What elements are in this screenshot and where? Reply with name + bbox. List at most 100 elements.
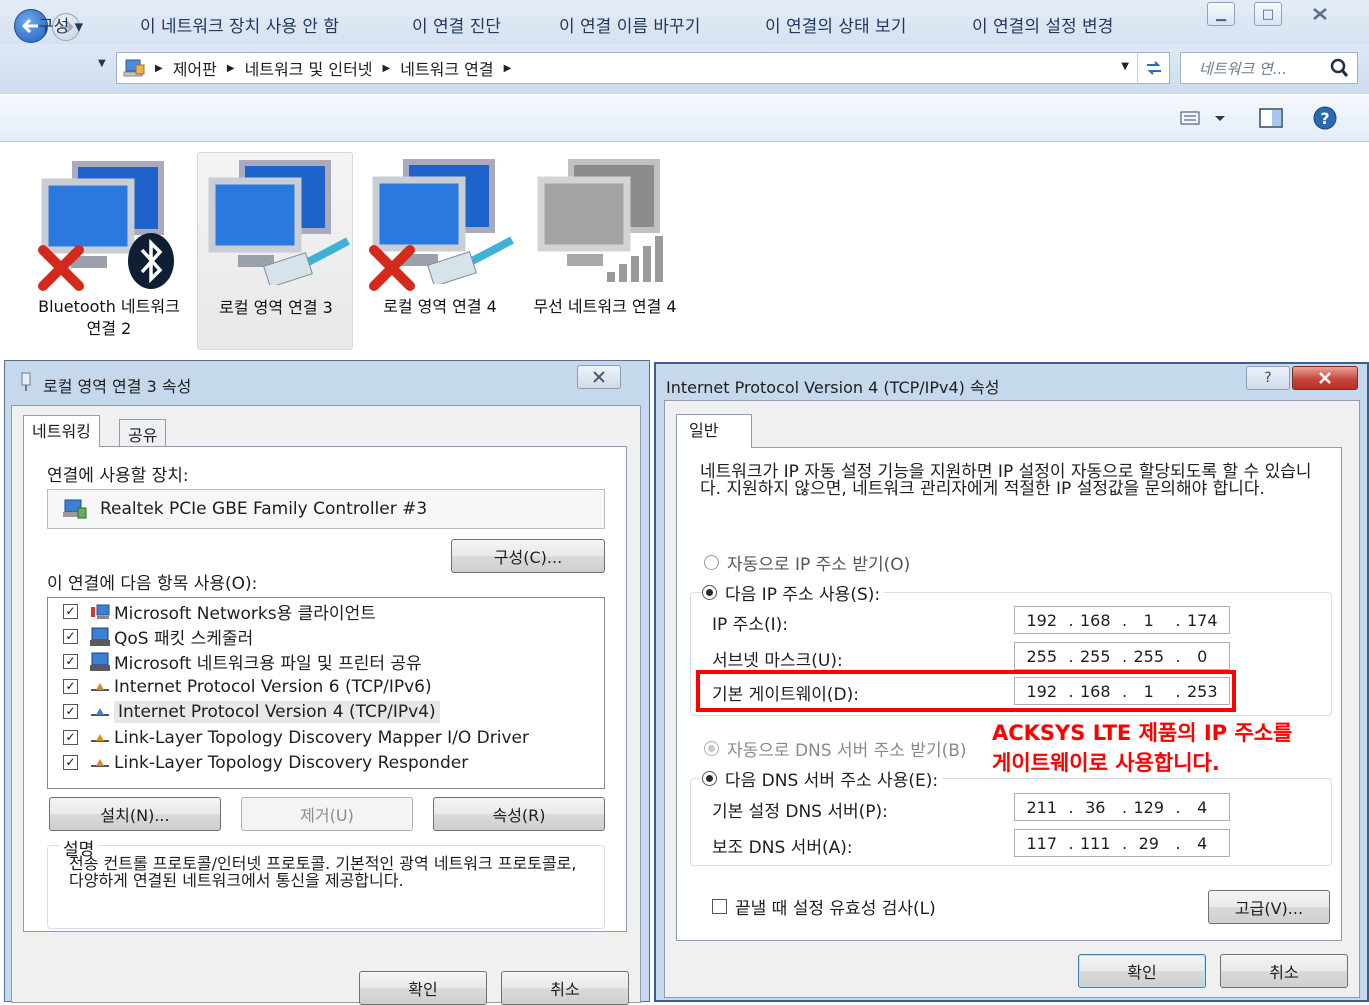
network-client-icon: [88, 603, 112, 621]
gateway-highlight-box: [696, 670, 1236, 712]
manual-ip-label: 다음 IP 주소 사용(S):: [725, 585, 881, 605]
ethernet-cable-icon: [263, 237, 350, 285]
checkbox[interactable]: [712, 899, 727, 914]
tab-general[interactable]: 일반: [676, 414, 752, 448]
manual-dns-option[interactable]: 다음 DNS 서버 주소 사용(E):: [702, 766, 943, 791]
checkbox[interactable]: ✓: [63, 704, 78, 719]
annotation-line-2: 게이트웨이로 사용합니다.: [992, 751, 1220, 775]
validate-label: 끝낼 때 설정 유효성 검사(L): [735, 899, 936, 919]
address-bar[interactable]: ▶ 제어판 ▶ 네트워크 및 인터넷 ▶ 네트워크 연결 ▶ ▼: [116, 52, 1170, 84]
adapter-name-field: Realtek PCIe GBE Family Controller #3: [47, 489, 605, 529]
checkbox[interactable]: ✓: [63, 679, 78, 694]
search-icon: [1330, 58, 1349, 77]
checkbox[interactable]: ✓: [63, 654, 78, 669]
radio-button[interactable]: [704, 741, 719, 756]
tab-networking[interactable]: 네트워킹: [23, 415, 100, 447]
ok-button[interactable]: 확인: [359, 971, 487, 1005]
preferred-dns-label: 기본 설정 DNS 서버(P):: [712, 802, 888, 822]
connection-local-area-4[interactable]: 로컬 영역 연결 4: [362, 152, 518, 350]
item-label: Microsoft Networks용 클라이언트: [114, 604, 376, 624]
help-button[interactable]: ?: [1312, 105, 1338, 135]
list-item-selected[interactable]: ✓ Internet Protocol Version 4 (TCP/IPv4): [63, 699, 440, 724]
search-placeholder: 네트워크 연...: [1199, 59, 1288, 78]
list-item[interactable]: ✓ Link-Layer Topology Discovery Mapper I…: [63, 725, 529, 750]
change-settings-command[interactable]: 이 연결의 설정 변경: [972, 12, 1113, 37]
checkbox[interactable]: ✓: [63, 730, 78, 745]
search-input[interactable]: 네트워크 연...: [1180, 52, 1358, 84]
auto-ip-label: 자동으로 IP 주소 받기(O): [727, 555, 911, 575]
alternate-dns-input[interactable]: 117. 111. 29. 4: [1014, 829, 1230, 857]
radio-button-selected[interactable]: [702, 585, 717, 600]
help-icon: ?: [1313, 106, 1337, 130]
item-label: Link-Layer Topology Discovery Mapper I/O…: [114, 727, 529, 748]
list-item[interactable]: ✓ Internet Protocol Version 6 (TCP/IPv6): [63, 674, 432, 699]
list-item[interactable]: ✓ Microsoft Networks용 클라이언트: [63, 599, 376, 624]
address-history-dropdown[interactable]: ▼: [1121, 61, 1129, 72]
item-label: Internet Protocol Version 6 (TCP/IPv6): [114, 676, 432, 697]
cancel-button[interactable]: 취소: [1220, 954, 1348, 988]
manual-ip-option[interactable]: 다음 IP 주소 사용(S):: [702, 580, 885, 605]
protocol-icon: [88, 754, 112, 772]
checkbox[interactable]: ✓: [63, 604, 78, 619]
checkbox[interactable]: ✓: [63, 629, 78, 644]
item-label: Internet Protocol Version 4 (TCP/IPv4): [114, 700, 440, 723]
connection-bluetooth[interactable]: Bluetooth 네트워크 연결 2: [31, 152, 187, 350]
validate-option[interactable]: 끝낼 때 설정 유효성 검사(L): [712, 894, 936, 919]
annotation-line-1: ACKSYS LTE 제품의 IP 주소를: [992, 721, 1293, 745]
octet: 29: [1138, 833, 1159, 853]
disable-device-command[interactable]: 이 네트워크 장치 사용 안 함: [140, 12, 339, 37]
auto-ip-option[interactable]: 자동으로 IP 주소 받기(O): [704, 550, 910, 575]
diagnose-command[interactable]: 이 연결 진단: [412, 12, 501, 37]
dialog-close-button[interactable]: [577, 365, 621, 389]
list-item[interactable]: ✓ QoS 패킷 스케줄러: [63, 624, 253, 649]
help-icon: ?: [1264, 370, 1272, 386]
adapter-name: Realtek PCIe GBE Family Controller #3: [100, 499, 428, 519]
ok-button[interactable]: 확인: [1078, 954, 1206, 988]
item-label: Link-Layer Topology Discovery Responder: [114, 752, 469, 773]
item-label: Microsoft 네트워크용 파일 및 프린터 공유: [114, 654, 422, 674]
preview-pane-button[interactable]: [1258, 107, 1284, 133]
signal-bars-icon: [607, 236, 663, 282]
preferred-dns-input[interactable]: 211. 36. 129. 4: [1014, 793, 1230, 821]
breadcrumb-separator: ▶: [155, 62, 163, 74]
advanced-button[interactable]: 고급(V)...: [1208, 890, 1330, 924]
cancel-button[interactable]: 취소: [501, 971, 629, 1005]
ip-address-label: IP 주소(I):: [712, 615, 788, 635]
organize-menu[interactable]: 구성 ▾: [38, 12, 83, 37]
recent-pages-dropdown[interactable]: ▼: [98, 58, 106, 69]
connection-local-area-3[interactable]: 로컬 영역 연결 3: [197, 152, 353, 350]
refresh-button[interactable]: [1137, 53, 1169, 83]
install-button[interactable]: 설치(N)...: [49, 797, 221, 831]
list-item[interactable]: ✓ Link-Layer Topology Discovery Responde…: [63, 750, 468, 775]
breadcrumb-network-internet[interactable]: 네트워크 및 인터넷: [245, 56, 373, 80]
radio-button[interactable]: [704, 555, 719, 570]
red-x-icon: [369, 245, 415, 291]
connection-label: 무선 네트워크 연결 4: [533, 297, 677, 316]
maximize-button[interactable]: □: [1254, 2, 1282, 26]
checkbox[interactable]: ✓: [63, 755, 78, 770]
octet: 111: [1079, 833, 1111, 853]
uninstall-button[interactable]: 제거(U): [241, 797, 413, 831]
subnet-mask-input[interactable]: 255. 255. 255. 0: [1014, 642, 1230, 670]
list-item[interactable]: ✓ Microsoft 네트워크용 파일 및 프린터 공유: [63, 649, 422, 674]
rename-command[interactable]: 이 연결 이름 바꾸기: [559, 12, 700, 37]
octet: 4: [1197, 797, 1208, 817]
view-status-command[interactable]: 이 연결의 상태 보기: [765, 12, 906, 37]
auto-dns-option[interactable]: 자동으로 DNS 서버 주소 받기(B): [704, 736, 967, 761]
minimize-button[interactable]: ▁: [1207, 2, 1235, 26]
configure-button[interactable]: 구성(C)...: [451, 539, 605, 573]
dialog-close-button[interactable]: [1292, 366, 1358, 390]
view-options-button[interactable]: [1180, 110, 1228, 130]
octet: 255: [1079, 646, 1111, 666]
breadcrumb-control-panel[interactable]: 제어판: [173, 56, 217, 80]
octet: 36: [1085, 797, 1106, 817]
annotation-callout: ACKSYS LTE 제품의 IP 주소를 게이트웨이로 사용합니다.: [992, 718, 1292, 778]
properties-button[interactable]: 속성(R): [433, 797, 605, 831]
breadcrumb-network-connections[interactable]: 네트워크 연결: [400, 56, 493, 80]
connection-wireless-4[interactable]: 무선 네트워크 연결 4: [527, 152, 683, 350]
help-button[interactable]: ?: [1246, 366, 1290, 390]
ip-address-input[interactable]: 192. 168. 1. 174: [1014, 606, 1230, 634]
close-button[interactable]: [1296, 2, 1344, 26]
tab-sharing[interactable]: 공유: [119, 419, 167, 447]
radio-button-selected[interactable]: [702, 771, 717, 786]
